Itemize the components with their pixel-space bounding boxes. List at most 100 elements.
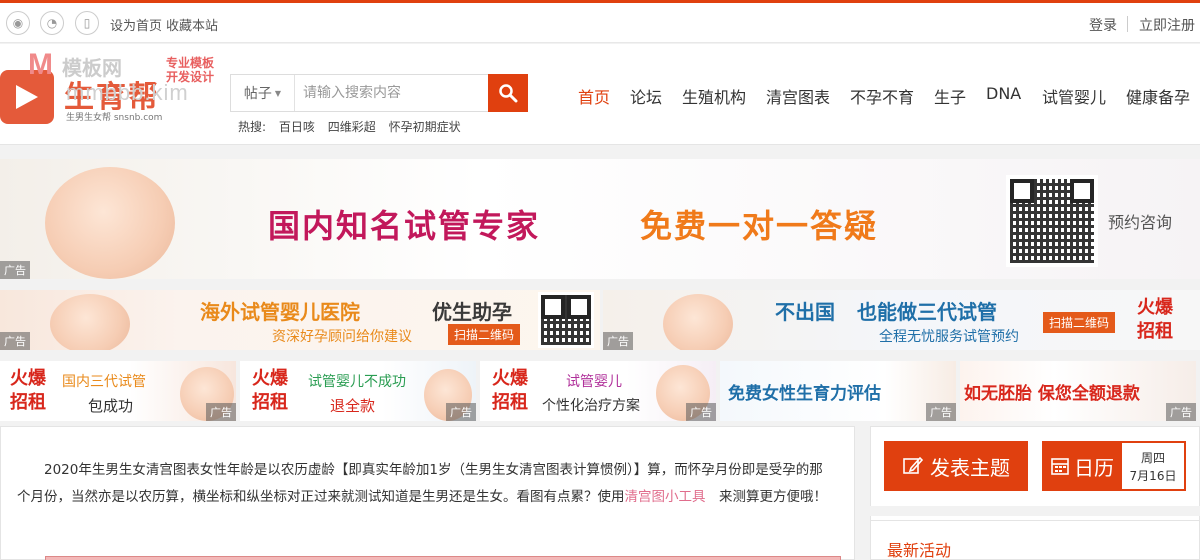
chevron-down-icon: ▼ [274,88,282,98]
nav-preconception[interactable]: 健康备孕 [1126,84,1190,108]
site-logo[interactable]: M 模板网 生育帮 mmbbb.kim 专业模板 开发设计 生男生女帮 snsn… [0,48,228,140]
sidebar-gap [870,506,1200,516]
ad-text-b: 退全款 [330,397,376,415]
calendar-label-wrap: 日历 [1042,441,1122,491]
calendar-icon [1051,458,1069,475]
ad-headline-b: 优生助孕 [432,300,512,324]
ad-label: 广告 [686,403,716,421]
hot-term[interactable]: 百日咳 [279,120,315,134]
hot-label: 火爆 [492,368,528,389]
ad-tile[interactable]: 火爆 招租 试管婴儿 个性化治疗方案 广告 [480,361,716,421]
bookmark-link[interactable]: 收藏本站 [166,15,218,34]
ad-label: 广告 [926,403,956,421]
rent-label: 招租 [10,392,46,413]
set-home-link[interactable]: 设为首页 [110,15,162,34]
hot-label: 火爆 [252,368,288,389]
calendar-button[interactable]: 日历 周四 7月16日 [1042,441,1186,491]
ad-text-a: 试管婴儿不成功 [308,374,406,390]
nav-qinggong-chart[interactable]: 清宫图表 [766,84,830,108]
hot-search: 热搜: 百日咳 四维彩超 怀孕初期症状 [238,118,470,135]
ad-headline: 不出国 [775,300,835,324]
edit-icon [903,456,924,474]
latest-activity-title: 最新活动 [887,541,952,560]
ad-label: 广告 [0,261,30,279]
wechat-icon[interactable]: ◔ [40,11,64,35]
article-text-end: 来测算更方便哦！ [705,489,827,505]
ad-label: 广告 [446,403,476,421]
nav-home[interactable]: 首页 [578,84,610,108]
qinggong-tool-link[interactable]: 清宫图小工具 [625,489,706,505]
post-topic-button[interactable]: 发表主题 [884,441,1028,491]
nav-ivf[interactable]: 试管婴儿 [1042,84,1106,108]
divider [1127,16,1128,32]
ad-banner-third-gen-ivf[interactable]: 不出国 也能做三代试管 全程无忧服务试管预约 扫描二维码 火爆 招租 广告 [603,290,1200,350]
header: M 模板网 生育帮 mmbbb.kim 专业模板 开发设计 生男生女帮 snsn… [0,44,1200,145]
ad-subtext: 全程无忧服务试管预约 [879,329,1019,345]
date-display: 周四 7月16日 [1122,443,1184,489]
latest-activity-panel: 最新活动 [870,520,1200,560]
baby-image [663,294,733,350]
watermark-m: M [28,48,53,81]
ad-tile[interactable]: 火爆 招租 试管婴儿不成功 退全款 广告 [240,361,476,421]
ad-subheadline: 免费一对一答疑 [640,207,879,245]
qr-code [1006,175,1098,267]
search-type-select[interactable]: 帖子 ▼ [231,75,295,111]
ad-text-b: 个性化治疗方案 [542,398,640,414]
ad-headline: 国内知名试管专家 [268,207,541,245]
hot-label: 火爆 [10,368,46,389]
search-box: 帖子 ▼ [230,74,528,112]
logo-slogan: 生男生女帮 snsnb.com [66,113,163,123]
scan-qr-badge: 扫描二维码 [1043,312,1116,333]
weibo-icon[interactable]: ◉ [6,11,30,35]
calendar-label: 日历 [1074,455,1114,480]
rent-label: 招租 [492,392,528,413]
search-type-label: 帖子 [243,86,272,102]
nav-forum[interactable]: 论坛 [630,84,662,108]
search-input[interactable] [297,77,487,109]
ad-text-b: 包成功 [88,397,134,415]
table-top-border [45,556,841,560]
search-button[interactable] [488,74,528,112]
nav-dna[interactable]: DNA [986,84,1021,103]
ad-tile[interactable]: 火爆 招租 国内三代试管 包成功 广告 [0,361,236,421]
post-topic-label: 发表主题 [930,455,1010,480]
date: 7月16日 [1129,469,1177,483]
ad-headline: 海外试管婴儿医院 [200,300,360,324]
nav-infertility[interactable]: 不孕不育 [850,84,914,108]
ad-tile[interactable]: 如无胚胎 保您全额退款 广告 [960,361,1196,421]
ad-label: 广告 [0,332,30,350]
ad-text-a: 国内三代试管 [62,374,146,390]
ad-label: 广告 [603,332,633,350]
ad-hot-text: 火爆 招租 [1137,296,1173,344]
watermark-tag-2: 开发设计 [166,70,215,84]
hot-label: 火爆 [1137,297,1173,318]
ad-text-a: 如无胚胎 保您全额退款 [964,384,1140,404]
mobile-icon[interactable]: ▯ [75,11,99,35]
ad-tile[interactable]: 免费女性生育力评估 广告 [720,361,956,421]
ad-label: 广告 [1166,403,1196,421]
ad-subtext: 资深好孕顾问给你建议 [272,329,412,345]
ad-label: 广告 [206,403,236,421]
nav-clinics[interactable]: 生殖机构 [682,84,746,108]
scan-qr-badge: 扫描二维码 [448,324,521,345]
ad-hot-text: 火爆 招租 [10,367,46,415]
ad-headline-b: 也能做三代试管 [857,300,997,324]
hot-term[interactable]: 怀孕初期症状 [389,120,461,134]
article-panel: 2020年生男生女清宫图表女性年龄是以农历虚龄【即真实年龄加1岁（生男生女清宫图… [0,426,855,560]
ad-banner-ivf-expert[interactable]: 国内知名试管专家 免费一对一答疑 预约咨询 广告 [0,159,1200,279]
ad-consult-text: 预约咨询 [1108,213,1173,232]
ad-hot-text: 火爆 招租 [252,367,288,415]
ad-banner-overseas-ivf[interactable]: 海外试管婴儿医院 优生助孕 资深好孕顾问给你建议 扫描二维码 广告 [0,290,600,350]
baby-image [45,167,175,279]
hot-term[interactable]: 四维彩超 [328,120,376,134]
register-link[interactable]: 立即注册 [1139,15,1195,35]
qr-code [538,292,594,348]
nav-having-child[interactable]: 生子 [934,84,966,108]
rent-label: 招租 [1137,321,1173,342]
article-intro: 2020年生男生女清宫图表女性年龄是以农历虚龄【即真实年龄加1岁（生男生女清宫图… [17,457,827,511]
ad-hot-text: 火爆 招租 [492,367,528,415]
ad-text-a: 试管婴儿 [566,374,622,390]
mother-baby-image [50,294,130,350]
login-link[interactable]: 登录 [1089,15,1117,35]
search-icon [499,84,518,103]
